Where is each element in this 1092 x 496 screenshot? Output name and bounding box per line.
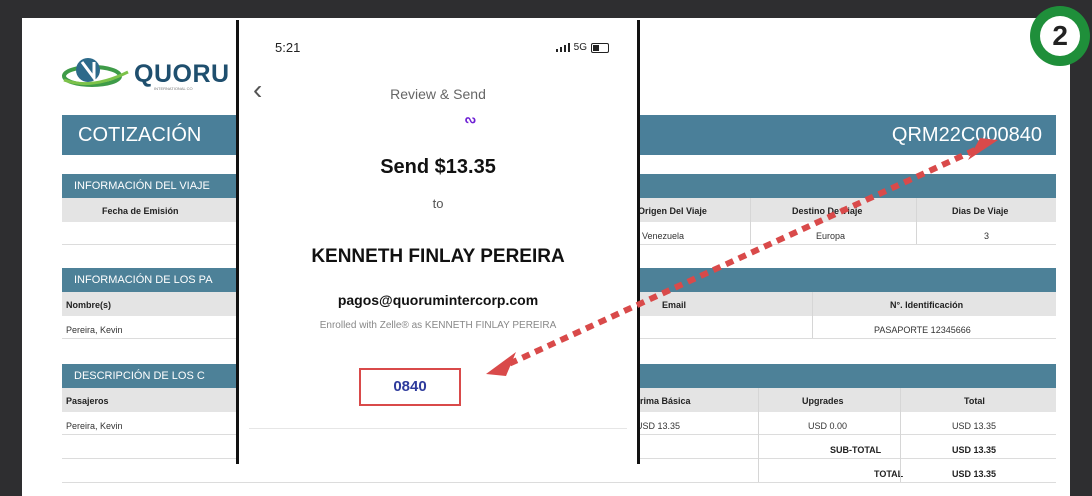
annotation-arrow bbox=[486, 138, 998, 376]
annotation-line bbox=[498, 147, 977, 371]
